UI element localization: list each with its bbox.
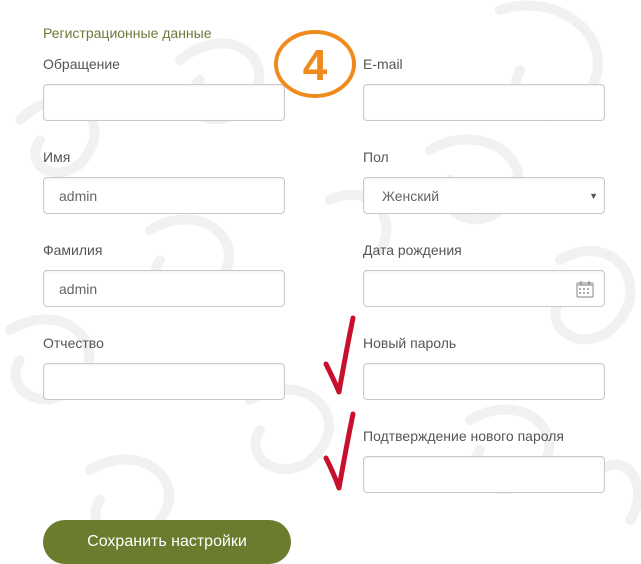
new-password-input[interactable]	[363, 363, 605, 400]
confirm-password-label: Подтверждение нового пароля	[363, 428, 564, 444]
salutation-label: Обращение	[43, 56, 120, 72]
last-name-input[interactable]	[43, 270, 285, 307]
salutation-input[interactable]	[43, 84, 285, 121]
confirm-password-input[interactable]	[363, 456, 605, 493]
middle-name-label: Отчество	[43, 335, 104, 351]
save-settings-button[interactable]: Сохранить настройки	[43, 520, 291, 564]
new-password-label: Новый пароль	[363, 335, 457, 351]
email-input[interactable]	[363, 84, 605, 121]
last-name-label: Фамилия	[43, 242, 103, 258]
email-label: E-mail	[363, 56, 403, 72]
gender-select[interactable]: Женский ▼	[363, 177, 605, 214]
middle-name-input[interactable]	[43, 363, 285, 400]
gender-label: Пол	[363, 149, 389, 165]
dropdown-arrow-icon: ▼	[589, 190, 598, 201]
check-mark-icon	[323, 315, 356, 395]
first-name-label: Имя	[43, 149, 71, 165]
gender-selected-value: Женский	[382, 187, 440, 204]
step-number: 4	[303, 41, 328, 90]
first-name-input[interactable]	[43, 177, 285, 214]
calendar-icon[interactable]	[576, 280, 594, 298]
birth-date-input[interactable]	[363, 270, 605, 307]
step-number-annotation: 4	[274, 30, 356, 98]
birth-date-label: Дата рождения	[363, 242, 462, 258]
section-title: Регистрационные данные	[43, 25, 212, 41]
check-mark-icon	[323, 411, 356, 491]
